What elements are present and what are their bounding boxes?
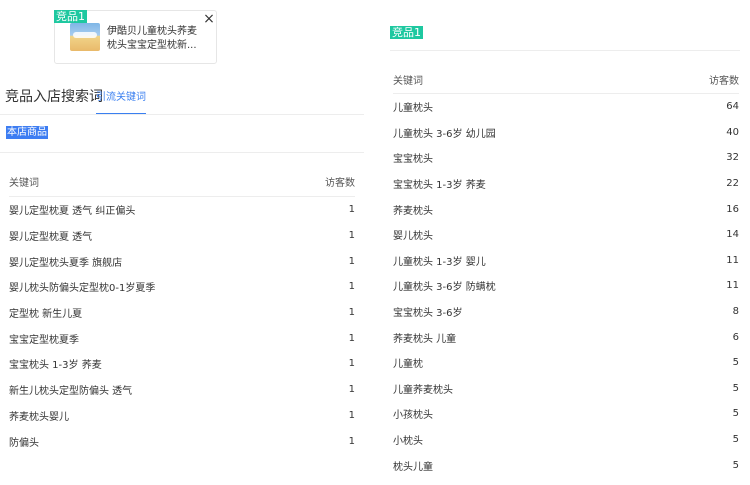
visitor-count-cell: 5	[732, 459, 739, 471]
keyword-cell: 儿童枕头 3-6岁 幼儿园	[393, 128, 496, 140]
column-header-keyword: 关键词	[9, 166, 297, 197]
visitor-count-cell: 1	[348, 358, 355, 370]
store-keyword-table: 关键词 访客数 婴儿定型枕夏 透气 纠正偏头 1 婴儿定型枕夏 透气 1 婴儿定型枕头夏…	[9, 166, 355, 454]
table-row: 宝宝枕头 1-3岁 荞麦 22	[393, 171, 739, 197]
section-title: 竞品入店搜索词	[5, 89, 103, 105]
table-row: 婴儿定型枕夏 透气 纠正偏头 1	[9, 197, 355, 223]
visitor-count-cell: 11	[726, 254, 739, 266]
visitor-count-cell: 8	[732, 306, 739, 318]
column-header-visitors: 访客数	[660, 65, 739, 94]
keyword-cell: 新生儿枕头定型防偏头 透气	[9, 386, 133, 398]
keyword-cell: 婴儿定型枕头夏季 旗舰店	[9, 257, 123, 269]
visitor-count-cell: 5	[732, 382, 739, 394]
keyword-cell: 定型枕 新生儿夏	[9, 309, 83, 321]
table-row: 儿童枕头 64	[393, 94, 739, 120]
table-row: 新生儿枕头定型防偏头 透气 1	[9, 377, 355, 403]
visitor-count-cell: 1	[348, 435, 355, 447]
keyword-cell: 婴儿枕头	[393, 231, 433, 243]
store-divider	[0, 152, 364, 153]
keyword-cell: 儿童枕头	[393, 103, 433, 115]
keyword-cell: 婴儿定型枕夏 透气 纠正偏头	[9, 206, 136, 218]
product-title-line2: 枕头宝宝定型枕新...	[107, 40, 197, 51]
keyword-cell: 儿童枕	[393, 359, 423, 371]
keyword-cell: 儿童枕头 3-6岁 防螨枕	[393, 282, 496, 294]
visitor-count-cell: 5	[732, 408, 739, 420]
table-row: 婴儿定型枕头夏季 旗舰店 1	[9, 248, 355, 274]
keyword-cell: 小孩枕头	[393, 410, 433, 422]
table-row: 宝宝枕头 32	[393, 145, 739, 171]
table-row: 宝宝枕头 1-3岁 荞麦 1	[9, 351, 355, 377]
store-product-tag: 本店商品	[6, 126, 48, 139]
table-header-row: 关键词 访客数	[9, 166, 355, 197]
competitor-tag: 竞品1	[54, 10, 87, 23]
competitor-keyword-table: 关键词 访客数 儿童枕头 64 儿童枕头 3-6岁 幼儿园 40 宝宝枕头 32 宝宝枕头 …	[393, 65, 739, 478]
table-row: 儿童枕头 1-3岁 婴儿 11	[393, 248, 739, 274]
visitor-count-cell: 5	[732, 434, 739, 446]
table-row: 小枕头 5	[393, 427, 739, 453]
table-row: 儿童枕头 3-6岁 幼儿园 40	[393, 120, 739, 146]
table-row: 宝宝定型枕夏季 1	[9, 325, 355, 351]
table-row: 荞麦枕头 儿童 6	[393, 324, 739, 350]
keyword-cell: 枕头儿童	[393, 461, 433, 473]
visitor-count-cell: 11	[726, 280, 739, 292]
tab-traffic-keywords[interactable]: 引流关键词	[96, 88, 146, 115]
visitor-count-cell: 40	[726, 126, 739, 138]
visitor-count-cell: 1	[348, 281, 355, 293]
keyword-cell: 荞麦枕头	[393, 205, 433, 217]
table-row: 儿童枕头 3-6岁 防螨枕 11	[393, 273, 739, 299]
column-header-keyword: 关键词	[393, 65, 661, 94]
visitor-count-cell: 1	[348, 230, 355, 242]
visitor-count-cell: 1	[348, 255, 355, 267]
table-row: 婴儿枕头 14	[393, 222, 739, 248]
keyword-cell: 宝宝枕头 1-3岁 荞麦	[393, 180, 486, 192]
table-row: 枕头儿童 5	[393, 452, 739, 478]
table-header-row: 关键词 访客数	[393, 65, 739, 94]
product-title-line1: 伊酷贝儿童枕头荞麦	[107, 26, 197, 37]
keyword-cell: 婴儿枕头防偏头定型枕0-1岁夏季	[9, 283, 156, 295]
visitor-count-cell: 1	[348, 384, 355, 396]
table-row: 儿童枕 5	[393, 350, 739, 376]
table-row: 婴儿枕头防偏头定型枕0-1岁夏季 1	[9, 274, 355, 300]
visitor-count-cell: 14	[726, 229, 739, 241]
keyword-cell: 荞麦枕头婴儿	[9, 411, 69, 423]
keyword-cell: 宝宝枕头 1-3岁 荞麦	[9, 360, 102, 372]
keyword-cell: 儿童枕头 1-3岁 婴儿	[393, 256, 486, 268]
keyword-cell: 宝宝枕头	[393, 154, 433, 166]
table-row: 荞麦枕头 16	[393, 196, 739, 222]
table-row: 婴儿定型枕夏 透气 1	[9, 223, 355, 249]
table-row: 定型枕 新生儿夏 1	[9, 300, 355, 326]
visitor-count-cell: 1	[348, 409, 355, 421]
keyword-cell: 防偏头	[9, 437, 39, 449]
close-icon[interactable]: ×	[203, 12, 215, 26]
visitor-count-cell: 1	[348, 307, 355, 319]
competitor-divider	[390, 50, 740, 51]
table-row: 宝宝枕头 3-6岁 8	[393, 299, 739, 325]
table-row: 儿童荞麦枕头 5	[393, 376, 739, 402]
tab-divider	[0, 114, 364, 115]
visitor-count-cell: 6	[732, 331, 739, 343]
visitor-count-cell: 1	[348, 332, 355, 344]
keyword-cell: 宝宝枕头 3-6岁	[393, 308, 463, 320]
keyword-cell: 荞麦枕头 儿童	[393, 333, 457, 345]
visitor-count-cell: 16	[726, 203, 739, 215]
column-header-visitors: 访客数	[296, 166, 355, 197]
competitor-tag-right: 竞品1	[390, 26, 423, 39]
keyword-cell: 小枕头	[393, 436, 423, 448]
visitor-count-cell: 22	[726, 178, 739, 190]
table-row: 小孩枕头 5	[393, 401, 739, 427]
table-row: 防偏头 1	[9, 428, 355, 454]
visitor-count-cell: 32	[726, 152, 739, 164]
table-row: 荞麦枕头婴儿 1	[9, 403, 355, 429]
visitor-count-cell: 1	[348, 204, 355, 216]
keyword-cell: 婴儿定型枕夏 透气	[9, 232, 93, 244]
keyword-cell: 儿童荞麦枕头	[393, 384, 453, 396]
visitor-count-cell: 64	[726, 101, 739, 113]
product-thumbnail	[70, 23, 100, 51]
keyword-cell: 宝宝定型枕夏季	[9, 334, 79, 346]
visitor-count-cell: 5	[732, 357, 739, 369]
